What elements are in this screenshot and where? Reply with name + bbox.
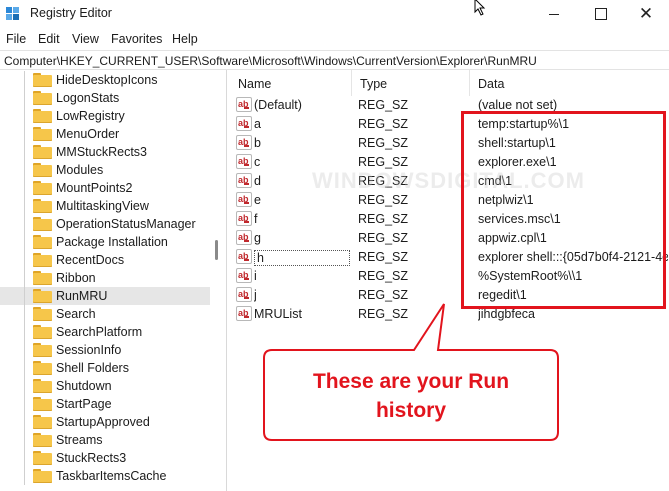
string-value-icon: ab [236,192,252,207]
tree-item[interactable]: Package Installation [0,233,210,251]
tree-item[interactable]: MountPoints2 [0,179,210,197]
registry-editor-icon [6,7,22,23]
folder-icon [33,235,52,249]
tree-item[interactable]: StartPage [0,395,210,413]
tree-item[interactable]: Ribbon [0,269,210,287]
minimize-button[interactable] [531,0,577,28]
string-value-icon: ab [236,230,252,245]
folder-icon [33,217,52,231]
key-tree[interactable]: HideDesktopIcons LogonStats LowRegistry … [0,70,226,491]
menu-view[interactable]: View [72,32,99,46]
menu-bar: File Edit View Favorites Help [0,28,669,50]
menu-help[interactable]: Help [172,32,198,46]
string-value-icon: ab [236,135,252,150]
string-value-icon: ab [236,154,252,169]
string-value-icon: ab [236,211,252,226]
tree-item[interactable]: Shell Folders [0,359,210,377]
folder-icon [33,433,52,447]
string-value-icon: ab [236,173,252,188]
tree-item[interactable]: StartupApproved [0,413,210,431]
folder-icon [33,361,52,375]
folder-icon [33,469,52,483]
maximize-button[interactable] [577,0,623,28]
tree-item[interactable]: SessionInfo [0,341,210,359]
callout-line-1: These are your Run [312,370,510,393]
string-value-icon: ab [236,306,252,321]
folder-icon [33,325,52,339]
tree-scrollbar[interactable] [212,70,220,491]
folder-icon [33,379,52,393]
folder-icon [33,91,52,105]
menu-edit[interactable]: Edit [38,32,60,46]
folder-icon [33,145,52,159]
folder-icon [33,163,52,177]
address-bar[interactable]: Computer\HKEY_CURRENT_USER\Software\Micr… [0,50,669,70]
folder-icon [33,271,52,285]
close-icon: ✕ [638,4,654,23]
tree-item[interactable]: MenuOrder [0,125,210,143]
title-bar: Registry Editor ✕ [0,0,669,28]
tree-item[interactable]: LowRegistry [0,107,210,125]
folder-icon [33,397,52,411]
column-header-data[interactable]: Data [470,70,669,96]
tree-item[interactable]: RecentDocs [0,251,210,269]
folder-icon [33,127,52,141]
tree-item[interactable]: LogonStats [0,89,210,107]
callout-text: These are your Run history [262,367,560,425]
window-title: Registry Editor [30,6,112,20]
tree-item[interactable]: Search [0,305,210,323]
tree-item[interactable]: TaskbarItemsCache [0,467,210,485]
tree-item[interactable]: Modules [0,161,210,179]
mouse-cursor-icon [474,0,486,16]
folder-icon [33,415,52,429]
folder-icon [33,343,52,357]
tree-item[interactable]: OperationStatusManager [0,215,210,233]
menu-favorites[interactable]: Favorites [111,32,162,46]
tree-item[interactable]: Streams [0,431,210,449]
highlight-box [461,111,666,309]
string-value-icon: ab [236,249,252,264]
folder-icon [33,451,52,465]
folder-icon [33,307,52,321]
tree-item-selected[interactable]: RunMRU [0,287,210,305]
column-header-type[interactable]: Type [352,70,470,96]
folder-icon [33,73,52,87]
string-value-icon: ab [236,97,252,112]
column-header-name[interactable]: Name [230,70,352,96]
menu-file[interactable]: File [6,32,26,46]
folder-icon [33,109,52,123]
tree-item[interactable]: Shutdown [0,377,210,395]
string-value-icon: ab [236,268,252,283]
folder-icon [33,253,52,267]
tree-item[interactable]: MultitaskingView [0,197,210,215]
tree-item[interactable]: MMStuckRects3 [0,143,210,161]
folder-icon [33,289,52,303]
string-value-icon: ab [236,287,252,302]
folder-icon [33,181,52,195]
folder-icon [33,199,52,213]
tree-item[interactable]: HideDesktopIcons [0,71,210,89]
string-value-icon: ab [236,116,252,131]
close-button[interactable]: ✕ [623,0,669,28]
tree-item[interactable]: StuckRects3 [0,449,210,467]
scrollbar-thumb[interactable] [215,240,218,260]
callout-line-2: history [375,399,446,422]
tree-item[interactable]: SearchPlatform [0,323,210,341]
